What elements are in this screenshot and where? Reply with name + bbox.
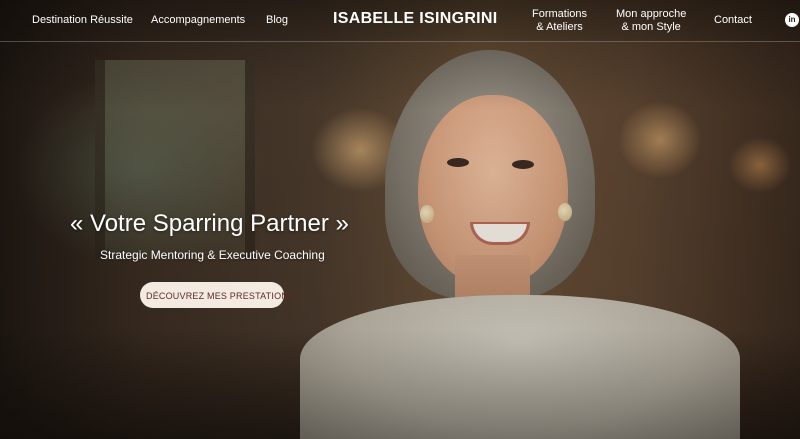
- nav-mon-approche[interactable]: Mon approche & mon Style: [616, 8, 686, 34]
- top-navigation: Destination Réussite Accompagnements Blo…: [0, 0, 800, 42]
- hero-title: « Votre Sparring Partner »: [70, 210, 349, 237]
- earring-left: [420, 205, 434, 223]
- portrait-neck: [455, 255, 530, 325]
- linkedin-icon[interactable]: in: [785, 13, 799, 27]
- portrait-sweater: [300, 295, 740, 439]
- nav-blog[interactable]: Blog: [266, 14, 288, 27]
- nav-destination-reussite[interactable]: Destination Réussite: [32, 14, 133, 27]
- nav-contact[interactable]: Contact: [714, 14, 752, 27]
- portrait-eye-right: [512, 160, 534, 169]
- portrait-smile: [470, 222, 530, 245]
- nav-formations-ateliers[interactable]: Formations & Ateliers: [532, 8, 587, 34]
- portrait-face: [418, 95, 568, 285]
- nav-formations-line1: Formations: [532, 8, 588, 20]
- nav-formations-line2: & Ateliers: [536, 21, 583, 33]
- earring-right: [558, 203, 572, 221]
- background-tables: [0, 330, 800, 439]
- discover-services-button[interactable]: DÉCOUVREZ MES PRESTATIONS: [140, 282, 294, 308]
- nav-approche-line2: & mon Style: [621, 21, 681, 33]
- hero-subtitle: Strategic Mentoring & Executive Coaching: [100, 248, 325, 262]
- nav-accompagnements[interactable]: Accompagnements: [151, 14, 245, 27]
- nav-approche-line1: Mon approche: [616, 8, 687, 20]
- portrait-hair: [385, 50, 595, 300]
- portrait-eye-left: [447, 158, 469, 167]
- site-logo[interactable]: ISABELLE ISINGRINI: [333, 10, 498, 28]
